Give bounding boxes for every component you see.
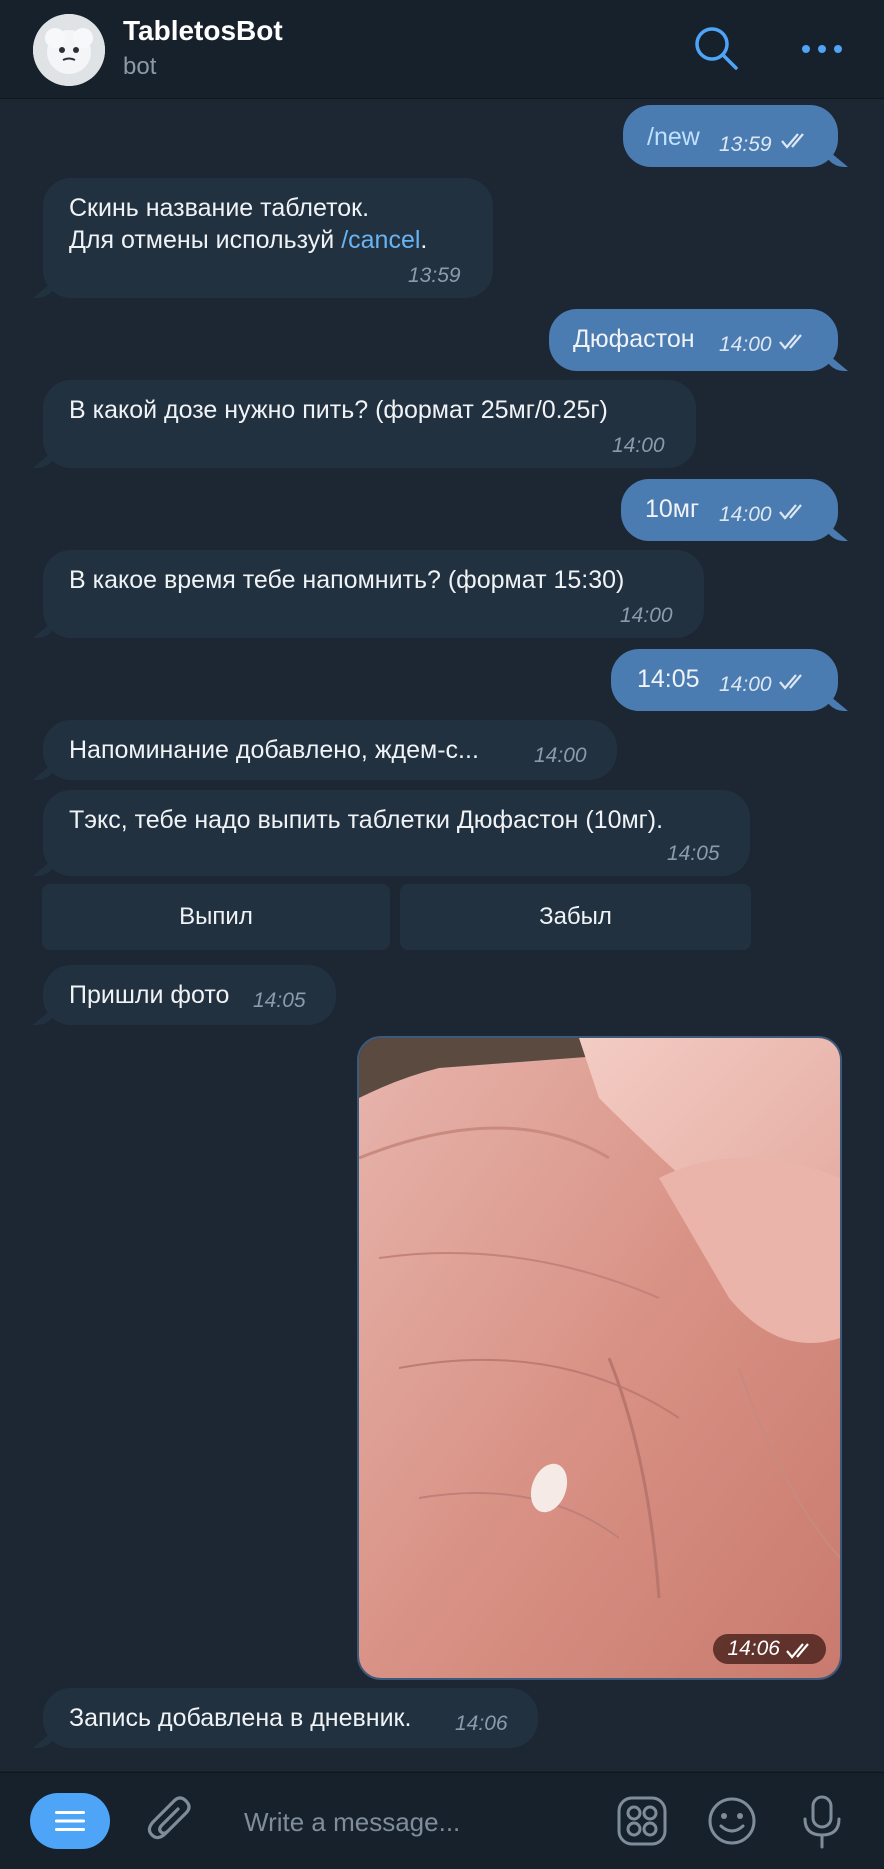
photo-message[interactable]: 14:06	[357, 1036, 842, 1680]
command-link[interactable]: /new	[647, 121, 700, 153]
message-incoming[interactable]: Тэкс, тебе надо выпить таблетки Дюфастон…	[43, 790, 750, 876]
double-check-icon	[779, 504, 802, 520]
message-incoming[interactable]: В какое время тебе напомнить? (формат 15…	[43, 550, 704, 638]
message-time: 14:06	[455, 1712, 508, 1735]
stickers-icon[interactable]	[616, 1795, 668, 1847]
more-icon[interactable]	[800, 24, 844, 72]
message-time: 14:00	[534, 744, 587, 767]
message-text: Напоминание добавлено, ждем-с...	[69, 736, 479, 764]
keyboard-button-drank[interactable]: Выпил	[42, 884, 390, 950]
message-time: 14:05	[253, 989, 306, 1012]
message-outgoing[interactable]: /new 13:59	[623, 105, 838, 167]
message-time: 14:05	[667, 842, 720, 865]
double-check-icon	[779, 674, 802, 690]
photo-time: 14:06	[713, 1634, 826, 1664]
message-text-line: Для отмены используй /cancel.	[69, 224, 427, 256]
emoji-icon[interactable]	[706, 1795, 758, 1847]
message-time: 14:06	[727, 1637, 780, 1660]
message-text: Дюфастон	[573, 325, 695, 353]
message-incoming[interactable]: В какой дозе нужно пить? (формат 25мг/0.…	[43, 380, 696, 468]
message-text: Скинь название таблеток.	[69, 194, 370, 222]
search-icon[interactable]	[692, 24, 740, 72]
message-time: 13:59	[719, 133, 772, 156]
bot-avatar[interactable]	[33, 14, 105, 86]
menu-icon	[55, 1811, 85, 1831]
bot-menu-button[interactable]	[30, 1793, 110, 1849]
message-time: 14:00	[620, 604, 673, 627]
message-text: Пришли фото	[69, 981, 230, 1009]
chat-status: bot	[123, 53, 157, 80]
message-time: 14:00	[719, 333, 772, 356]
message-composer	[0, 1772, 884, 1869]
message-incoming[interactable]: Запись добавлена в дневник. 14:06	[43, 1688, 538, 1748]
attach-icon[interactable]	[146, 1795, 196, 1847]
avatar-image	[33, 14, 105, 86]
double-check-icon	[781, 133, 804, 149]
double-check-icon	[786, 1643, 809, 1659]
message-text: Тэкс, тебе надо выпить таблетки Дюфастон…	[69, 806, 664, 834]
message-text: .	[420, 226, 428, 254]
message-incoming[interactable]: Напоминание добавлено, ждем-с... 14:00	[43, 720, 617, 780]
chat-title[interactable]: TabletosBot	[123, 15, 283, 47]
message-input[interactable]	[242, 1801, 566, 1843]
message-outgoing[interactable]: 14:05 14:00	[611, 649, 838, 711]
message-text: В какое время тебе напомнить? (формат 15…	[69, 566, 625, 594]
message-text: Запись добавлена в дневник.	[69, 1704, 412, 1732]
message-text: 10мг	[645, 495, 700, 523]
message-text: 14:05	[637, 665, 700, 693]
message-time: 13:59	[408, 264, 461, 287]
message-outgoing[interactable]: 10мг 14:00	[621, 479, 838, 541]
double-check-icon	[779, 334, 802, 350]
message-time: 14:00	[719, 503, 772, 526]
message-text: В какой дозе нужно пить? (формат 25мг/0.…	[69, 396, 608, 424]
cancel-command-link[interactable]: /cancel	[341, 226, 420, 254]
message-text: Для отмены используй	[69, 226, 342, 254]
keyboard-button-forgot[interactable]: Забыл	[400, 884, 751, 950]
message-time: 14:00	[612, 434, 665, 457]
chat-header: TabletosBot bot	[0, 0, 884, 99]
message-outgoing[interactable]: Дюфастон 14:00	[549, 309, 838, 371]
message-time: 14:00	[719, 673, 772, 696]
photo-image	[359, 1038, 840, 1678]
message-incoming[interactable]: Пришли фото 14:05	[43, 965, 336, 1025]
microphone-icon[interactable]	[801, 1795, 843, 1849]
message-incoming[interactable]: Скинь название таблеток. Для отмены испо…	[43, 178, 493, 298]
